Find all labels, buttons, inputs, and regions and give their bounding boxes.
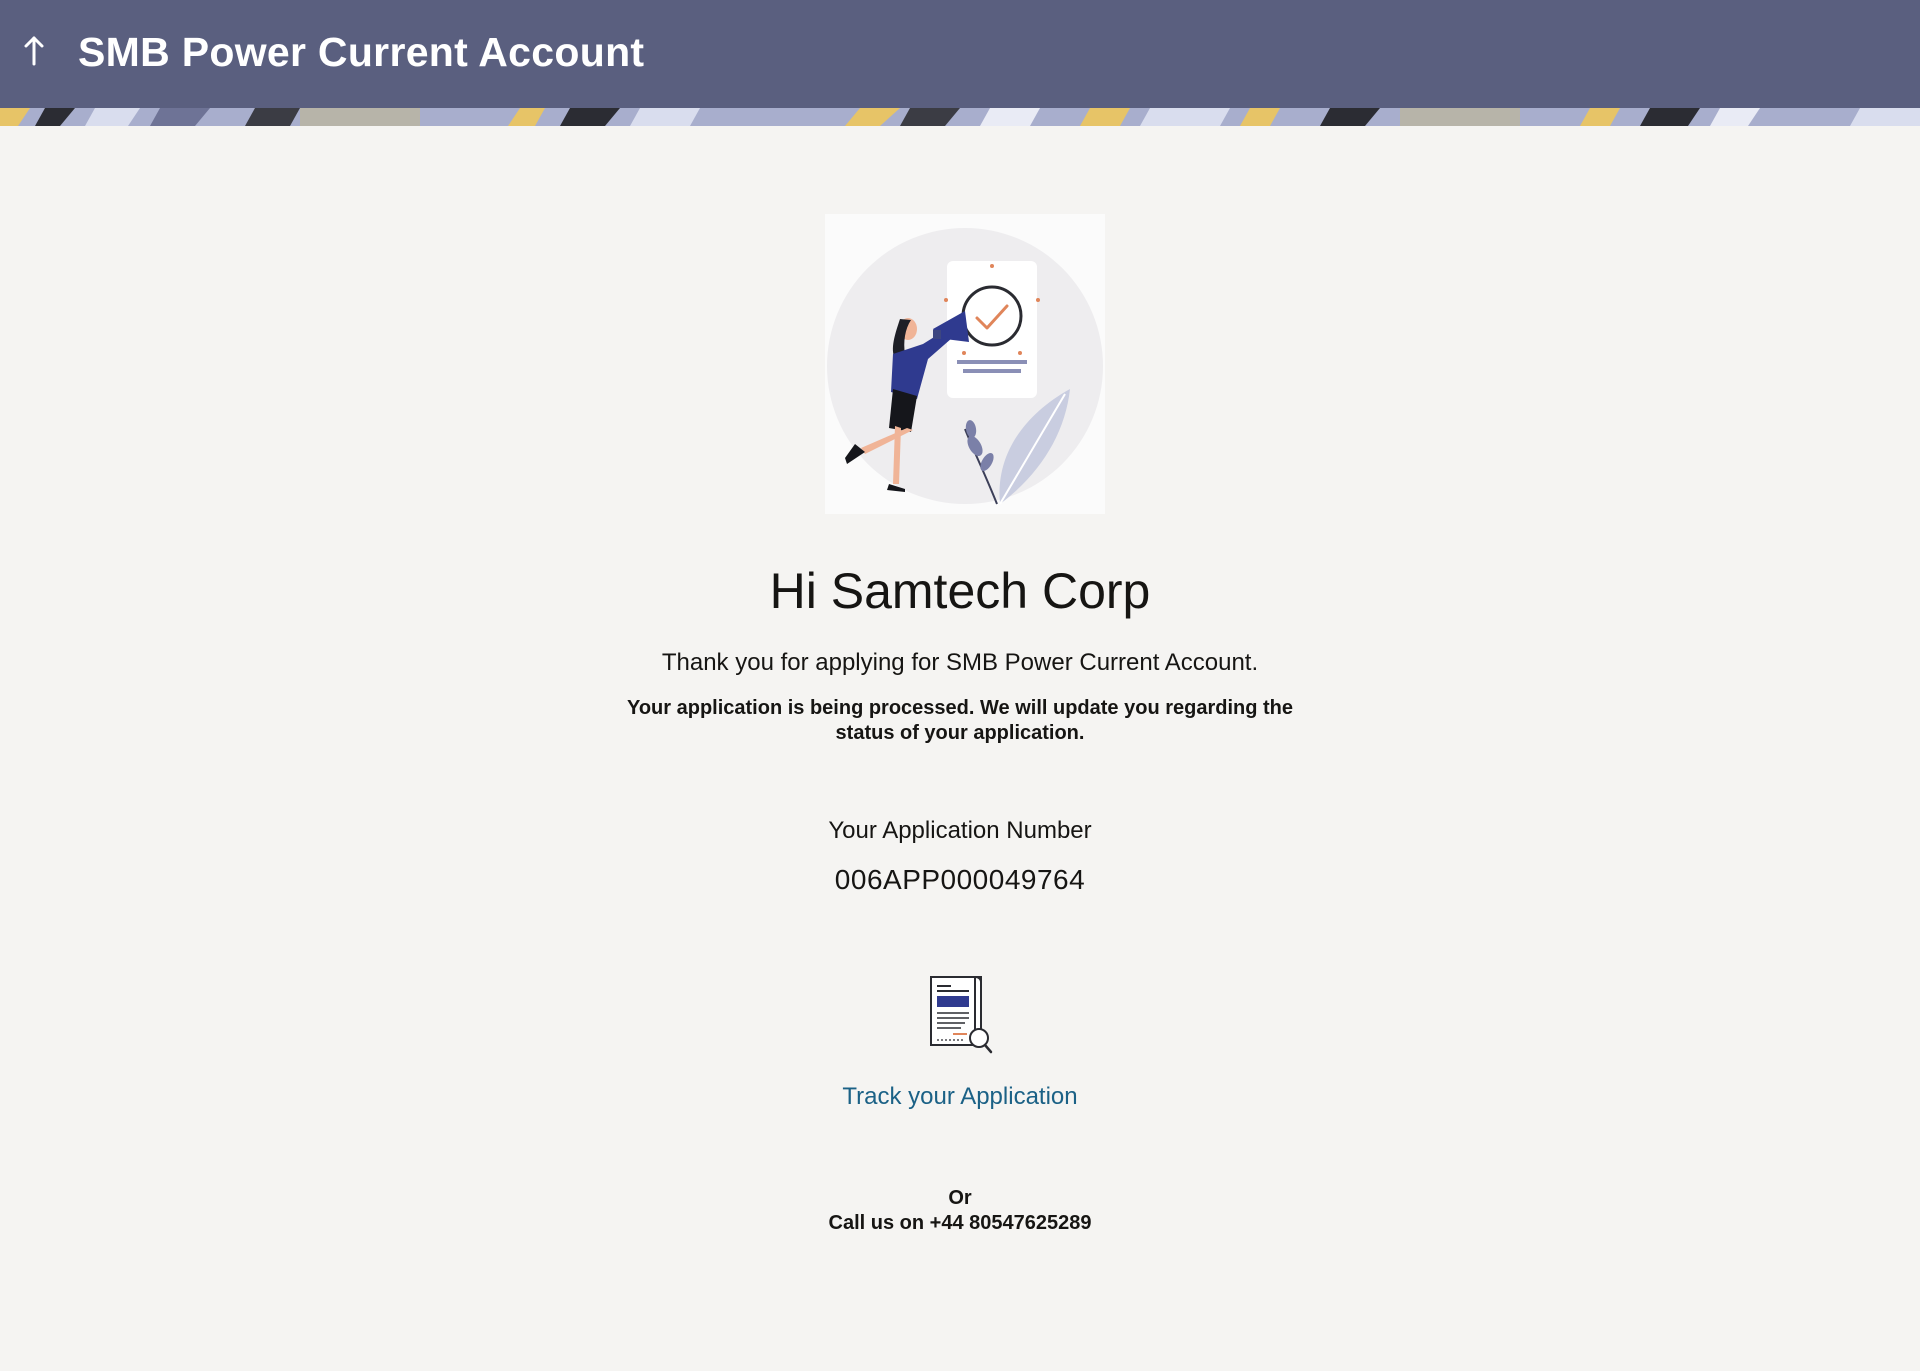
or-separator: Or [948, 1187, 972, 1209]
application-number-label: Your Application Number [828, 817, 1092, 844]
processing-message: Your application is being processed. We … [626, 697, 1294, 744]
application-number-value: 006APP000049764 [834, 864, 1086, 895]
woman-megaphone-checkmark-illustration [825, 214, 1105, 514]
track-application-link[interactable]: Track your Application [0, 1082, 1920, 1112]
call-us-text: Call us on +44 80547625289 [828, 1212, 1092, 1234]
confirmation-panel: Hi Samtech Corp Thank you for applying f… [0, 126, 1920, 1371]
header-decorative-strip [0, 108, 1920, 126]
back-button[interactable] [14, 26, 54, 74]
document-search-icon[interactable] [925, 974, 995, 1054]
arrow-up-icon [24, 36, 44, 66]
greeting-heading: Hi Samtech Corp [769, 563, 1151, 619]
app-header: SMB Power Current Account [0, 0, 1920, 108]
page-title: SMB Power Current Account [78, 29, 645, 75]
thanks-message: Thank you for applying for SMB Power Cur… [661, 649, 1259, 676]
track-application-label[interactable]: Track your Application [842, 1083, 1077, 1110]
